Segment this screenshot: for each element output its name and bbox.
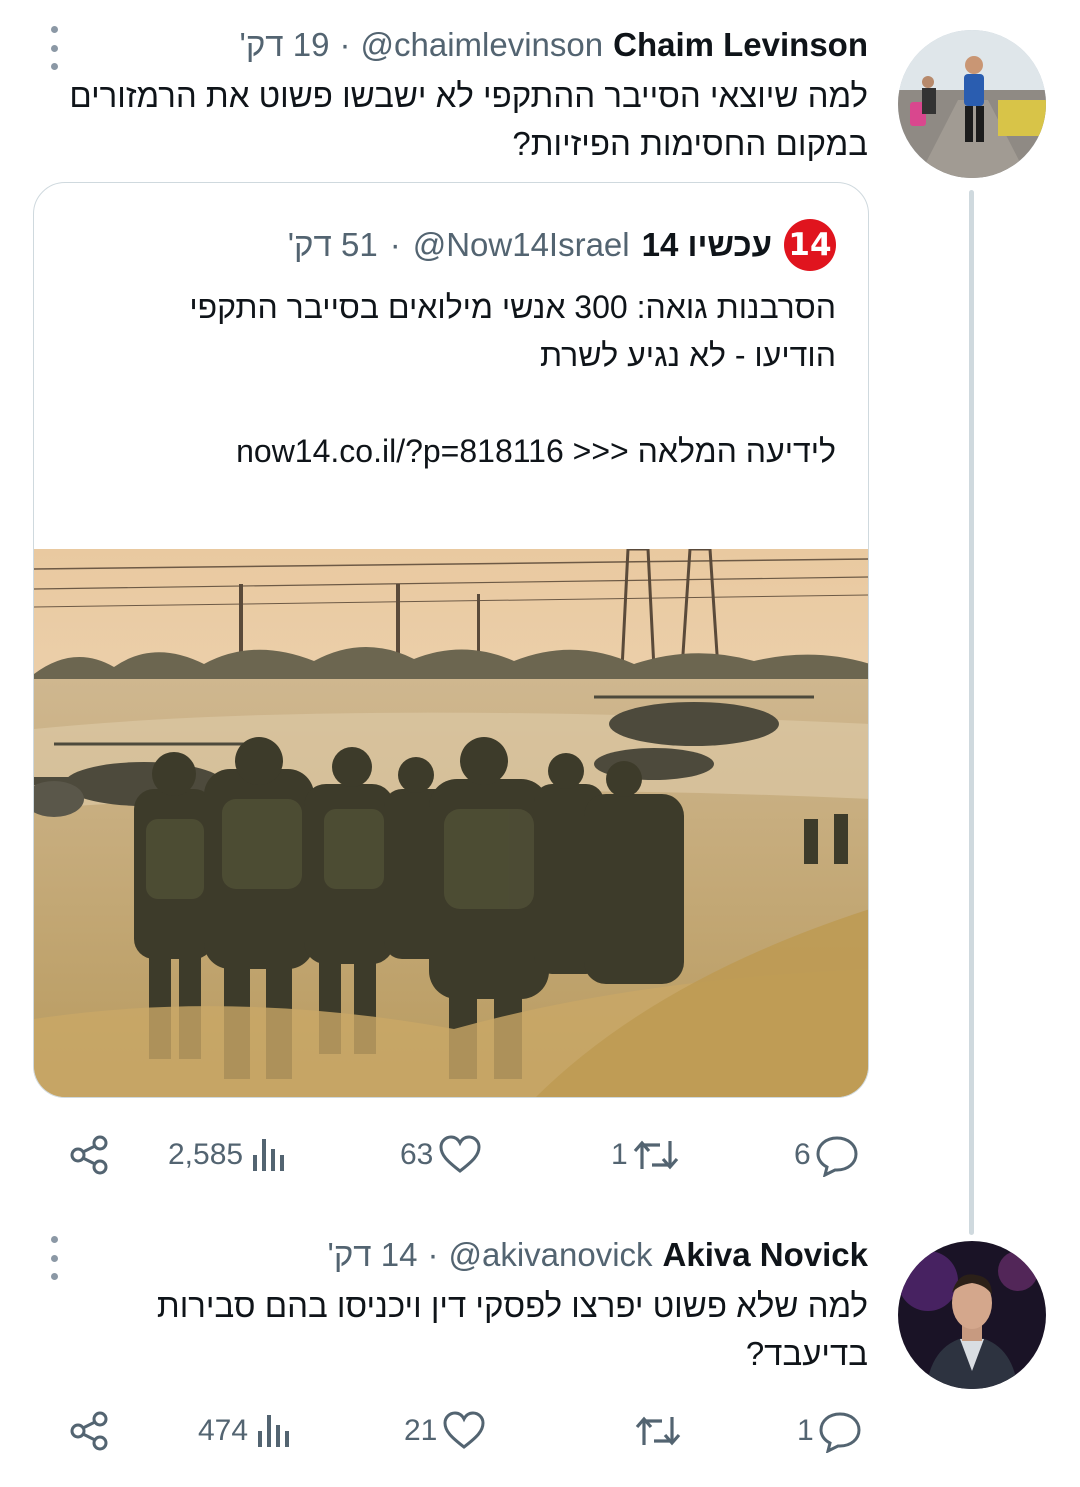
tweet2-header: Akiva Novick @akivanovick · 14 דק' [328, 1233, 868, 1277]
tweet2-reply-button[interactable]: 1 [797, 1409, 864, 1453]
tweet1-display-name[interactable]: Chaim Levinson [613, 26, 868, 64]
tweet1-reply-count: 6 [794, 1138, 811, 1171]
avatar-akiva-novick[interactable] [898, 1241, 1046, 1389]
quoted-separator: · [389, 226, 401, 263]
tweet1-retweet-count: 1 [611, 1138, 628, 1171]
quoted-handle: @Now14Israel [412, 226, 630, 263]
share-icon [70, 1411, 108, 1451]
avatar-photo-runner [898, 30, 1046, 178]
tweet2-share-button[interactable] [68, 1409, 112, 1453]
tweet1-like-button[interactable]: 63 [400, 1133, 483, 1177]
share-icon [70, 1135, 108, 1175]
heart-icon [439, 1135, 481, 1173]
views-chart-icon [258, 1415, 290, 1447]
tweet1-header: Chaim Levinson @chaimlevinson · 19 דק' [240, 23, 868, 67]
tweet2-like-count: 21 [404, 1414, 438, 1447]
tweet1-like-count: 63 [400, 1138, 434, 1171]
quoted-text-line1: הסרבנות גואה: 300 אנשי מילואים בסייבר הת… [189, 289, 836, 325]
retweet-icon [633, 1140, 678, 1170]
tweet1-text-line1: למה שיוצאי הסייבר ההתקפי לא ישבשו פשוט א… [69, 77, 868, 114]
tweet1-time[interactable]: 19 דק' [240, 26, 330, 64]
quoted-text-line2: הודיעו - לא נגיע לשרת [539, 337, 836, 373]
tweet1-retweet-button[interactable]: 1 [611, 1133, 680, 1177]
tweet1-handle[interactable]: @chaimlevinson [361, 26, 604, 64]
tweet2-text-line2: בדיעבד? [745, 1335, 868, 1372]
quoted-tweet-header: 14 עכשיו 14 @Now14Israel · 51 דק' [288, 219, 836, 271]
tweet1-views-count: 2,585 [168, 1138, 244, 1171]
reply-bubble-icon [819, 1412, 861, 1453]
soldiers-marching-photo[interactable] [34, 549, 869, 1098]
more-options-icon[interactable] [48, 26, 60, 70]
tweet2-retweet-button[interactable] [630, 1409, 682, 1453]
retweet-icon [635, 1416, 681, 1446]
tweet2-display-name[interactable]: Akiva Novick [663, 1236, 868, 1274]
tweet1-text-line2: במקום החסימות הפיזיות? [512, 125, 868, 162]
tweet1-reply-button[interactable]: 6 [794, 1133, 861, 1177]
more-options-icon-2[interactable] [48, 1236, 60, 1280]
tweet2-reply-count: 1 [797, 1414, 814, 1447]
quoted-text: הסרבנות גואה: 300 אנשי מילואים בסייבר הת… [76, 283, 836, 379]
tweet2-separator: · [427, 1236, 439, 1273]
avatar-photo-suit [898, 1241, 1046, 1389]
tweet2-views-count: 474 [198, 1414, 249, 1447]
thread-connector-line [969, 190, 974, 1235]
quoted-time: 51 דק' [287, 226, 378, 263]
tweet2-views-button[interactable]: 474 [198, 1409, 292, 1453]
heart-icon [443, 1411, 485, 1449]
tweet1-share-button[interactable] [68, 1133, 112, 1177]
quoted-tweet-card[interactable]: 14 עכשיו 14 @Now14Israel · 51 דק' הסרבנו… [33, 182, 869, 1098]
tweet2-text-line1: למה שלא פשוט יפרצו לפסקי דין ויכניסו בהם… [156, 1287, 868, 1324]
reply-bubble-icon [816, 1136, 858, 1177]
quoted-display-name: עכשיו 14 [641, 226, 772, 263]
quoted-link-line: לידיעה המלאה <<< now14.co.il/?p=818116 [236, 433, 836, 469]
tweet1-separator: · [339, 26, 351, 63]
tweet2-text: למה שלא פשוט יפרצו לפסקי דין ויכניסו בהם… [8, 1282, 868, 1378]
now14-logo-icon: 14 [784, 219, 836, 271]
views-chart-icon [253, 1139, 285, 1171]
tweet1-text: למה שיוצאי הסייבר ההתקפי לא ישבשו פשוט א… [8, 72, 868, 168]
avatar-chaim-levinson[interactable] [898, 30, 1046, 178]
tweet2-time[interactable]: 14 דק' [328, 1236, 418, 1274]
tweet2-like-button[interactable]: 21 [404, 1409, 487, 1453]
tweet1-views-button[interactable]: 2,585 [168, 1133, 287, 1177]
tweet2-handle[interactable]: @akivanovick [448, 1236, 652, 1274]
